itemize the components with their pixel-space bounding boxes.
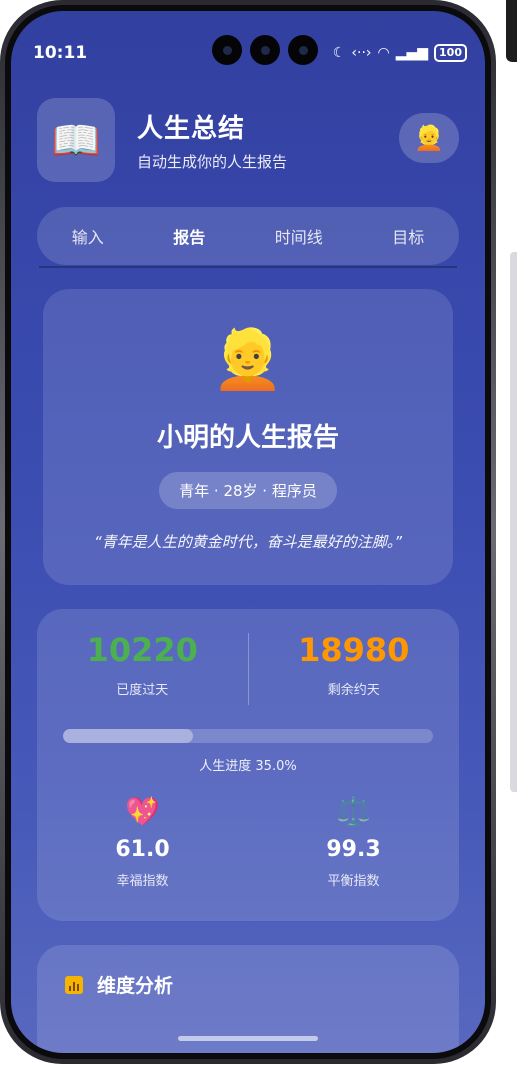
index-row: 💖 61.0 幸福指数 ⚖️ 99.3 平衡指数 bbox=[37, 795, 459, 889]
camera-cutout bbox=[212, 35, 318, 65]
battery-icon: 100 bbox=[434, 44, 467, 62]
profile-quote: “青年是人生的黄金时代，奋斗是最好的注脚。” bbox=[93, 533, 403, 551]
tab-report[interactable]: 报告 bbox=[167, 207, 211, 265]
phone-bezel: 10:11 ☾ ‹··› ◠ ▂▄▆ 100 📖 人生总结 自动生成你的人生报告… bbox=[5, 5, 491, 1059]
status-time: 10:11 bbox=[33, 43, 88, 63]
balance-value: 99.3 bbox=[326, 837, 381, 862]
phone-frame: 10:11 ☾ ‹··› ◠ ▂▄▆ 100 📖 人生总结 自动生成你的人生报告… bbox=[0, 0, 496, 1064]
app-header: 📖 人生总结 自动生成你的人生报告 👱 bbox=[37, 97, 459, 183]
profile-card: 👱 小明的人生报告 青年 · 28岁 · 程序员 “青年是人生的黄金时代，奋斗是… bbox=[43, 289, 453, 585]
data-transfer-icon: ‹··› bbox=[351, 45, 372, 61]
remaining-days-label: 剩余约天 bbox=[327, 683, 380, 698]
day-counts: 10220 已度过天 18980 剩余约天 bbox=[37, 631, 459, 707]
tab-input[interactable]: 输入 bbox=[66, 207, 110, 265]
header-titles: 人生总结 自动生成你的人生报告 bbox=[137, 108, 287, 172]
tab-goals[interactable]: 目标 bbox=[386, 207, 430, 265]
life-progress-bar bbox=[63, 729, 433, 743]
stats-card: 10220 已度过天 18980 剩余约天 人生进度 35.0% 💖 61.0 … bbox=[37, 609, 459, 921]
balance-label: 平衡指数 bbox=[327, 874, 380, 889]
tab-divider bbox=[39, 266, 457, 268]
life-progress-fill bbox=[63, 729, 193, 743]
camera-lens-icon bbox=[212, 35, 242, 65]
person-avatar-icon: 👱 bbox=[211, 325, 285, 393]
app-subtitle: 自动生成你的人生报告 bbox=[137, 153, 288, 171]
background-window-edge bbox=[510, 252, 517, 792]
wifi-icon: ◠ bbox=[377, 45, 390, 61]
profile-tag: 青年 · 28岁 · 程序员 bbox=[159, 472, 337, 509]
camera-lens-icon bbox=[288, 35, 318, 65]
report-title: 小明的人生报告 bbox=[156, 423, 339, 453]
remaining-days-value: 18980 bbox=[298, 631, 410, 669]
scale-icon: ⚖️ bbox=[336, 795, 371, 828]
status-bar: 10:11 ☾ ‹··› ◠ ▂▄▆ 100 bbox=[33, 35, 467, 65]
status-icons: ☾ ‹··› ◠ ▂▄▆ 100 bbox=[333, 44, 467, 62]
lived-days: 10220 已度过天 bbox=[37, 631, 248, 707]
dimension-header: 维度分析 bbox=[65, 971, 173, 998]
avatar-button[interactable]: 👱 bbox=[399, 113, 459, 163]
app-screen: 10:11 ☾ ‹··› ◠ ▂▄▆ 100 📖 人生总结 自动生成你的人生报告… bbox=[11, 11, 485, 1053]
life-progress-label: 人生进度 35.0% bbox=[199, 759, 297, 774]
camera-lens-icon bbox=[250, 35, 280, 65]
sparkling-heart-icon: 💖 bbox=[125, 795, 160, 828]
happiness-index: 💖 61.0 幸福指数 bbox=[37, 795, 248, 889]
happiness-label: 幸福指数 bbox=[116, 874, 169, 889]
tab-bar: 输入 报告 时间线 目标 bbox=[37, 207, 459, 265]
remaining-days: 18980 剩余约天 bbox=[249, 631, 460, 707]
lived-days-value: 10220 bbox=[86, 631, 198, 669]
signal-icon: ▂▄▆ bbox=[395, 45, 429, 61]
balance-index: ⚖️ 99.3 平衡指数 bbox=[248, 795, 459, 889]
dimension-title: 维度分析 bbox=[97, 975, 174, 997]
app-title: 人生总结 bbox=[137, 114, 246, 144]
tab-timeline[interactable]: 时间线 bbox=[269, 207, 329, 265]
bar-chart-icon bbox=[65, 975, 83, 994]
moon-icon: ☾ bbox=[332, 45, 346, 61]
book-icon: 📖 bbox=[37, 98, 115, 182]
lived-days-label: 已度过天 bbox=[116, 683, 169, 698]
happiness-value: 61.0 bbox=[115, 837, 170, 862]
background-window-tab bbox=[506, 0, 517, 62]
home-indicator[interactable] bbox=[178, 1036, 318, 1041]
